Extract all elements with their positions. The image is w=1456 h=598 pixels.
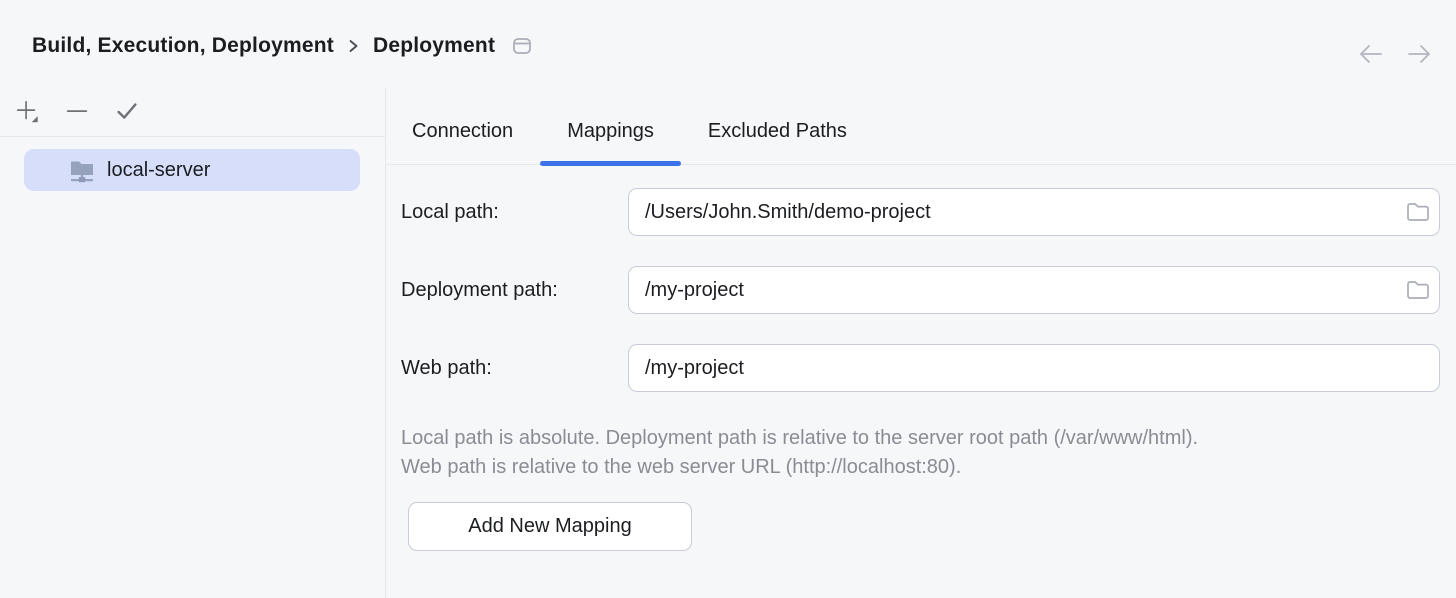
server-list-item-local-server[interactable]: local-server	[24, 149, 360, 191]
web-path-input[interactable]	[629, 345, 1439, 391]
deployment-path-input[interactable]	[629, 267, 1397, 313]
sidebar-toolbar-divider	[0, 136, 385, 137]
local-path-row: Local path:	[401, 188, 1440, 236]
server-list: local-server	[0, 149, 385, 191]
checkmark-icon	[114, 98, 140, 126]
add-server-button[interactable]	[14, 99, 40, 125]
local-path-browse-button[interactable]	[1397, 189, 1439, 235]
remote-folder-icon	[68, 156, 96, 184]
back-button[interactable]	[1356, 40, 1386, 68]
deployment-path-browse-button[interactable]	[1397, 267, 1439, 313]
minus-icon	[64, 98, 90, 126]
tab-excluded-paths[interactable]: Excluded Paths	[681, 106, 874, 166]
deployment-path-input-box	[628, 266, 1440, 314]
history-nav	[1356, 40, 1434, 68]
server-name-label: local-server	[107, 159, 210, 182]
breadcrumb-item-build-execution-deployment[interactable]: Build, Execution, Deployment	[32, 34, 334, 58]
forward-button[interactable]	[1404, 40, 1434, 68]
local-path-label: Local path:	[401, 188, 499, 236]
deployment-path-label: Deployment path:	[401, 266, 558, 314]
mappings-help-text: Local path is absolute. Deployment path …	[401, 424, 1451, 482]
breadcrumb-item-deployment[interactable]: Deployment	[373, 34, 495, 58]
arrow-left-icon	[1357, 42, 1385, 66]
breadcrumb: Build, Execution, Deployment Deployment	[32, 34, 532, 58]
web-path-row: Web path:	[401, 344, 1440, 392]
local-path-input-box	[628, 188, 1440, 236]
plus-icon	[14, 98, 40, 126]
add-new-mapping-button[interactable]: Add New Mapping	[408, 502, 692, 551]
folder-icon	[1405, 279, 1431, 301]
deployment-path-row: Deployment path:	[401, 266, 1440, 314]
arrow-right-icon	[1405, 42, 1433, 66]
folder-icon	[1405, 201, 1431, 223]
settings-header: Build, Execution, Deployment Deployment	[0, 0, 1456, 88]
local-path-input[interactable]	[629, 189, 1397, 235]
help-line-1: Local path is absolute. Deployment path …	[401, 424, 1451, 453]
help-line-2: Web path is relative to the web server U…	[401, 453, 1451, 482]
tab-mappings[interactable]: Mappings	[540, 106, 681, 166]
web-path-input-box	[628, 344, 1440, 392]
chevron-right-icon	[347, 37, 360, 55]
remove-server-button[interactable]	[64, 99, 90, 125]
deployment-tabs: Connection Mappings Excluded Paths	[385, 106, 874, 166]
window-icon	[512, 37, 532, 55]
tab-connection[interactable]: Connection	[385, 106, 540, 166]
web-path-label: Web path:	[401, 344, 492, 392]
use-as-default-button[interactable]	[114, 99, 140, 125]
server-list-toolbar	[0, 88, 385, 136]
